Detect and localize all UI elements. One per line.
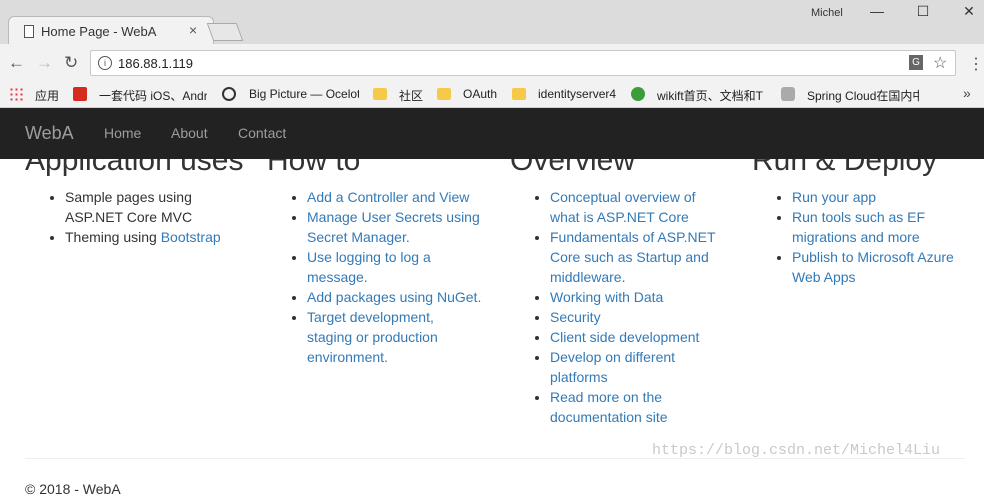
url-text[interactable]: 186.88.1.119 — [118, 56, 193, 71]
profile-user-label[interactable]: Michel — [811, 7, 843, 19]
browser-toolbar: ← → ↻ i 186.88.1.119 G ☆ ⋮ — [0, 44, 984, 82]
link-conceptual-overview[interactable]: Conceptual overview of what is ASP.NET C… — [550, 189, 696, 225]
link-run-tools[interactable]: Run tools such as EF migrations and more — [792, 209, 925, 245]
bookmark-item[interactable]: Spring Cloud在国内中 — [807, 87, 919, 104]
site-info-icon[interactable]: i — [98, 56, 112, 70]
folder-icon — [437, 88, 451, 100]
apps-icon — [9, 87, 23, 101]
bookmark-red-icon — [73, 87, 87, 101]
bookmark-gray-icon — [781, 87, 795, 101]
maximize-button[interactable]: ☐ — [908, 3, 938, 20]
browser-tab[interactable]: Home Page - WebA × — [8, 16, 214, 45]
bookmarks-overflow-icon[interactable]: » — [963, 85, 971, 101]
list-item: Theming using Bootstrap — [65, 227, 245, 247]
bookmark-item[interactable]: 一套代码 iOS、Andr — [99, 87, 207, 104]
link-client-side[interactable]: Client side development — [550, 329, 699, 345]
link-run-app[interactable]: Run your app — [792, 189, 876, 205]
browser-menu-icon[interactable]: ⋮ — [968, 54, 984, 74]
document-icon — [24, 25, 34, 38]
link-platforms[interactable]: Develop on different platforms — [550, 349, 675, 385]
link-fundamentals[interactable]: Fundamentals of ASP.NET Core such as Sta… — [550, 229, 715, 285]
back-icon[interactable]: ← — [8, 53, 25, 73]
column-overview: Overview Conceptual overview of what is … — [510, 144, 725, 427]
minimize-button[interactable]: — — [862, 3, 892, 19]
tab-title: Home Page - WebA — [41, 24, 157, 39]
bookmark-folder[interactable]: OAuth — [463, 87, 497, 101]
nav-contact[interactable]: Contact — [238, 125, 286, 141]
link-add-controller[interactable]: Add a Controller and View — [307, 189, 469, 205]
bookmark-star-icon[interactable]: ☆ — [933, 53, 947, 73]
link-logging[interactable]: Use logging to log a message. — [307, 249, 431, 285]
tab-close-icon[interactable]: × — [189, 22, 197, 38]
site-brand[interactable]: WebA — [25, 123, 74, 144]
browser-titlebar: Home Page - WebA × Michel — ☐ ✕ — [0, 0, 984, 45]
link-user-secrets[interactable]: Manage User Secrets using Secret Manager… — [307, 209, 480, 245]
link-security[interactable]: Security — [550, 309, 601, 325]
reload-icon[interactable]: ↻ — [64, 53, 78, 73]
nav-about[interactable]: About — [171, 125, 208, 141]
list-item-text: Theming using — [65, 229, 161, 245]
footer-text: © 2018 - WebA — [25, 481, 121, 497]
bookmark-circle-icon — [222, 87, 236, 101]
bookmark-apps[interactable]: 应用 — [35, 87, 59, 104]
nav-home[interactable]: Home — [104, 125, 141, 141]
bookmark-folder[interactable]: 社区 — [399, 87, 423, 104]
bookmarks-bar: 应用 一套代码 iOS、Andr Big Picture — Ocelot 社区… — [0, 82, 984, 108]
link-publish-azure[interactable]: Publish to Microsoft Azure Web Apps — [792, 249, 954, 285]
address-bar[interactable]: i 186.88.1.119 G ☆ — [90, 50, 956, 76]
bootstrap-link[interactable]: Bootstrap — [161, 229, 221, 245]
bookmark-item[interactable]: wikift首页、文档和T — [657, 87, 767, 104]
bookmark-folder[interactable]: identityserver4 — [538, 87, 616, 101]
site-navbar: WebA Home About Contact — [0, 108, 984, 159]
forward-icon[interactable]: → — [36, 53, 53, 73]
folder-icon — [512, 88, 526, 100]
close-window-button[interactable]: ✕ — [954, 3, 984, 20]
column-application-uses: Application uses Sample pages using ASP.… — [25, 144, 245, 247]
watermark: https://blog.csdn.net/Michel4Liu — [652, 442, 941, 459]
link-environment[interactable]: Target development, staging or productio… — [307, 309, 438, 365]
link-working-with-data[interactable]: Working with Data — [550, 289, 663, 305]
new-tab-button[interactable] — [206, 23, 244, 41]
translate-icon[interactable]: G — [909, 55, 923, 70]
bookmark-item[interactable]: Big Picture — Ocelot — [249, 87, 359, 101]
list-item: Sample pages using ASP.NET Core MVC — [65, 187, 245, 227]
bookmark-green-icon — [631, 87, 645, 101]
folder-icon — [373, 88, 387, 100]
link-nuget[interactable]: Add packages using NuGet. — [307, 289, 481, 305]
web-page: WebA Home About Contact Application uses… — [0, 108, 984, 499]
column-run-deploy: Run & Deploy Run your app Run tools such… — [752, 144, 967, 287]
column-how-to: How to Add a Controller and View Manage … — [267, 144, 482, 367]
link-documentation[interactable]: Read more on the documentation site — [550, 389, 668, 425]
